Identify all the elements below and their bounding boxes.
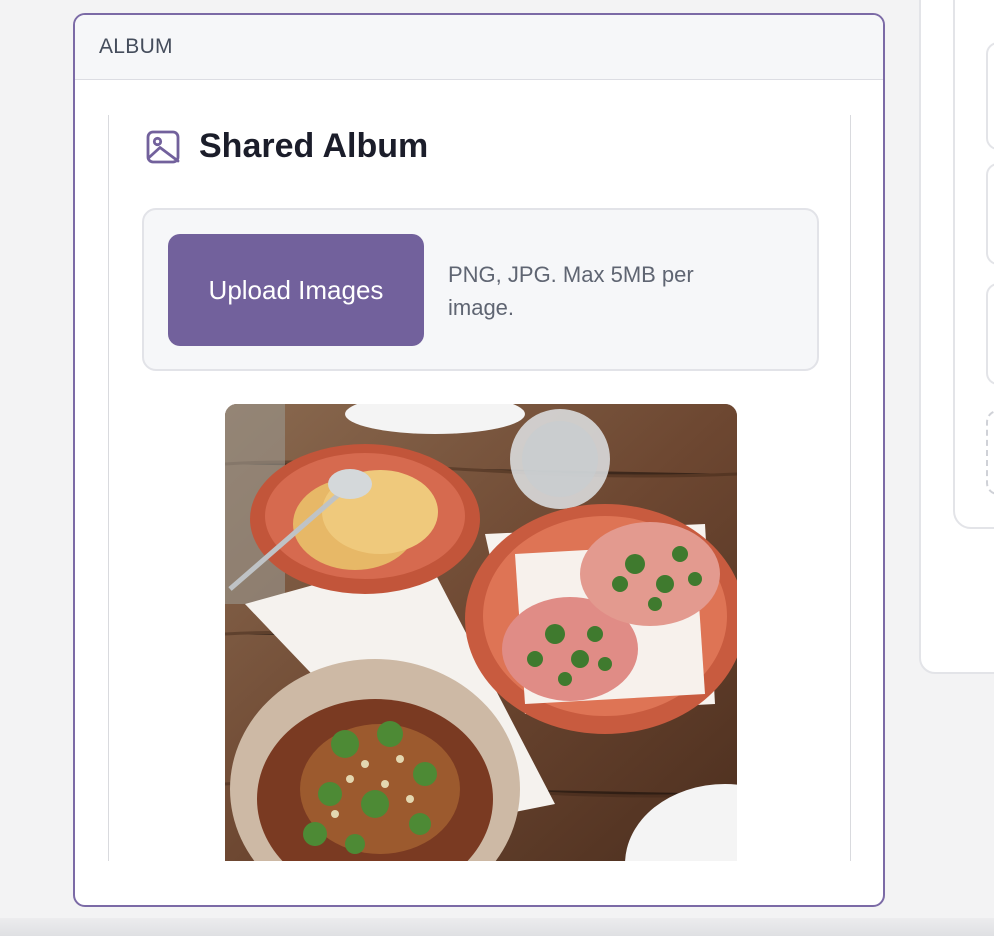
album-body: Shared Album Upload Images PNG, JPG. Max… [108, 115, 851, 861]
page: ALBUM Shared Album Upload Images PNG, JP… [0, 0, 994, 936]
side-card[interactable] [986, 283, 994, 385]
add-card-placeholder[interactable] [986, 410, 994, 495]
side-card[interactable] [986, 163, 994, 265]
album-title-row: Shared Album [145, 127, 428, 166]
upload-hint: PNG, JPG. Max 5MB per image. [448, 262, 694, 320]
album-header: ALBUM [75, 15, 883, 80]
bottom-edge [0, 918, 994, 936]
side-card[interactable] [986, 42, 994, 150]
album-panel: ALBUM Shared Album Upload Images PNG, JP… [73, 13, 885, 907]
album-header-title: ALBUM [99, 35, 173, 58]
album-photo[interactable] [225, 404, 737, 861]
upload-images-button[interactable]: Upload Images [168, 234, 424, 346]
food-photo-icon [225, 404, 737, 861]
upload-box: Upload Images PNG, JPG. Max 5MB per imag… [142, 208, 819, 371]
album-title: Shared Album [199, 127, 429, 165]
image-icon [145, 129, 181, 165]
